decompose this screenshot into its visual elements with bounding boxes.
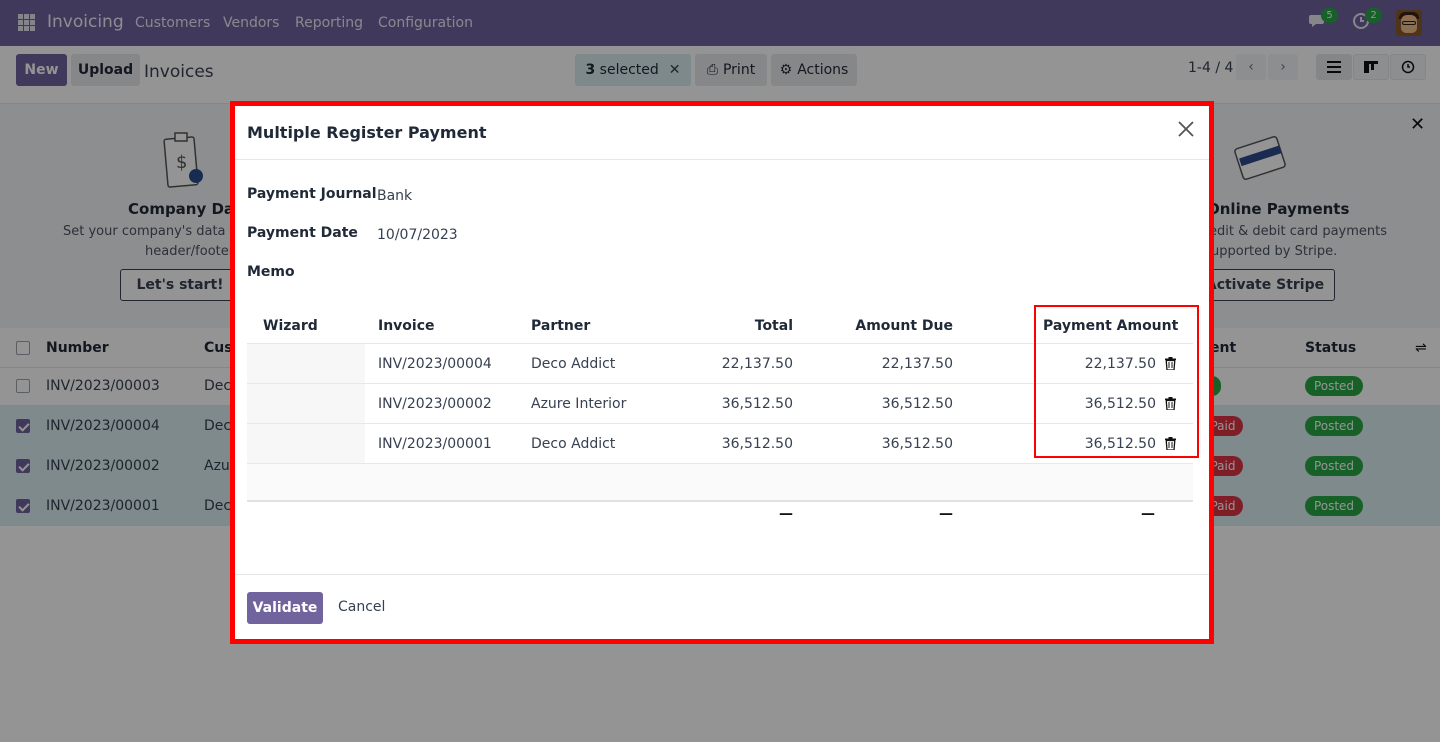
line-total: 36,512.50	[721, 396, 793, 412]
payment-amount-sum: —	[1141, 506, 1155, 522]
payment-journal-field[interactable]: Bank	[377, 188, 412, 204]
line-partner: Deco Addict	[531, 436, 616, 452]
payment-journal-label: Payment Journal	[247, 186, 377, 202]
payment-amount-highlight	[1034, 305, 1199, 458]
amount-due-sum: —	[939, 506, 953, 522]
col-total: Total	[754, 318, 793, 334]
line-partner: Azure Interior	[531, 396, 627, 412]
validate-button[interactable]: Validate	[247, 592, 323, 624]
dialog-footer: Validate Cancel	[235, 574, 1209, 639]
line-amount-due: 36,512.50	[881, 396, 953, 412]
col-wizard: Wizard	[263, 318, 318, 334]
memo-field[interactable]	[377, 262, 1193, 284]
wizard-cell	[247, 424, 365, 463]
dialog-title: Multiple Register Payment	[247, 123, 487, 142]
line-invoice: INV/2023/00002	[378, 396, 492, 412]
dialog-header: Multiple Register Payment	[235, 106, 1209, 160]
cancel-button[interactable]: Cancel	[338, 599, 385, 615]
line-invoice: INV/2023/00001	[378, 436, 492, 452]
col-amount-due: Amount Due	[855, 318, 953, 334]
col-invoice: Invoice	[378, 318, 435, 334]
line-total: 22,137.50	[721, 356, 793, 372]
line-partner: Deco Addict	[531, 356, 616, 372]
line-total: 36,512.50	[721, 436, 793, 452]
payment-date-field[interactable]: 10/07/2023	[377, 227, 458, 243]
payment-date-label: Payment Date	[247, 225, 358, 241]
total-sum: —	[779, 506, 793, 522]
wizard-cell	[247, 344, 365, 383]
memo-label: Memo	[247, 264, 295, 280]
col-partner: Partner	[531, 318, 591, 334]
add-line-row[interactable]	[247, 464, 1193, 502]
wizard-cell	[247, 384, 365, 423]
line-invoice: INV/2023/00004	[378, 356, 492, 372]
line-amount-due: 36,512.50	[881, 436, 953, 452]
close-icon[interactable]	[1177, 120, 1199, 142]
register-payment-dialog: Multiple Register Payment Payment Journa…	[230, 101, 1214, 644]
line-amount-due: 22,137.50	[881, 356, 953, 372]
